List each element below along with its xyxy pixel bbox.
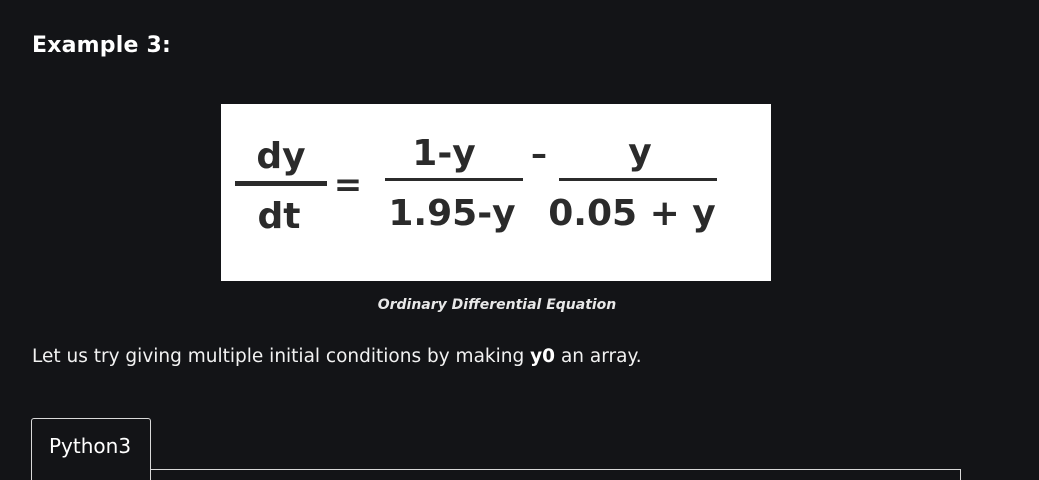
- page: Example 3: dy dt = 1-y 1.95-y – y 0.05 +…: [0, 0, 1039, 480]
- lhs-fraction-bar: [235, 181, 327, 186]
- lhs-numerator: dy: [256, 136, 305, 177]
- code-tab-python3[interactable]: Python3: [31, 418, 151, 480]
- term1-denominator: 1.95-y: [388, 193, 515, 234]
- body-paragraph: Let us try giving multiple initial condi…: [32, 346, 642, 367]
- inline-code-y0: y0: [530, 346, 556, 367]
- paragraph-text-before: Let us try giving multiple initial condi…: [32, 346, 531, 367]
- equals-sign: =: [334, 165, 363, 205]
- minus-sign: –: [531, 135, 547, 173]
- term1-numerator: 1-y: [412, 133, 475, 174]
- term2-denominator: 0.05 + y: [548, 193, 716, 234]
- example-heading: Example 3:: [32, 33, 171, 58]
- equation-image: dy dt = 1-y 1.95-y – y 0.05 + y: [221, 104, 771, 281]
- term2-fraction-bar: [559, 178, 717, 181]
- term2-numerator: y: [628, 132, 651, 173]
- code-tab-label: Python3: [49, 434, 132, 458]
- code-panel: [151, 469, 961, 480]
- lhs-denominator: dt: [258, 196, 301, 237]
- equation-svg: dy dt = 1-y 1.95-y – y 0.05 + y: [235, 132, 717, 237]
- term1-fraction-bar: [385, 178, 523, 181]
- equation-caption: Ordinary Differential Equation: [377, 297, 617, 313]
- paragraph-text-after: an array.: [555, 346, 642, 367]
